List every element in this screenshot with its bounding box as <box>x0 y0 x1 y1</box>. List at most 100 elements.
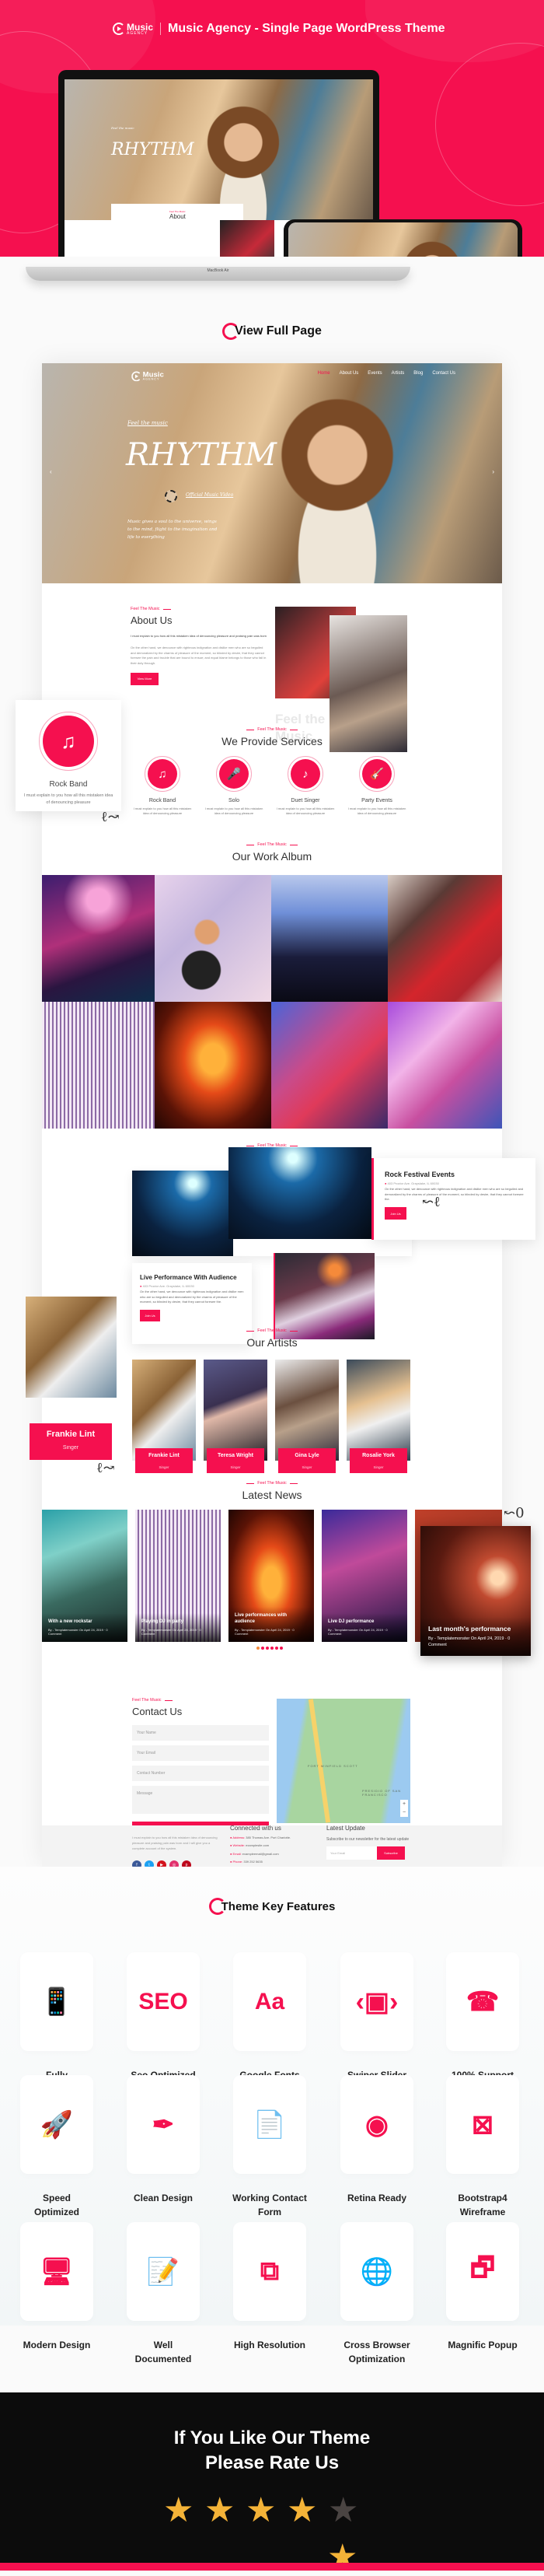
album-photo[interactable] <box>42 875 155 1002</box>
pagination-dot[interactable] <box>261 1647 264 1650</box>
subscribe-button[interactable]: Subscribe <box>377 1846 405 1860</box>
pagination-dot[interactable] <box>256 1647 260 1650</box>
feature-icon-box: ‹▣› <box>340 1952 413 2051</box>
star-filled-icon[interactable]: ★ <box>204 2494 235 2528</box>
star-filled-icon[interactable]: ★ <box>163 2494 194 2528</box>
contact-title: Contact Us <box>132 1706 183 1717</box>
album-photo[interactable] <box>155 1002 271 1129</box>
email-input[interactable]: Your Email <box>132 1745 269 1761</box>
artist-card[interactable]: Gina Lyle Singer <box>275 1360 339 1473</box>
site-logo[interactable]: Music AGENCY <box>131 371 164 382</box>
news-card[interactable]: Live DJ performance By - Templatemonster … <box>322 1510 407 1642</box>
callout-title: Rock Band <box>49 780 88 789</box>
feature-icon-box: ✒ <box>127 2075 200 2174</box>
artist-name: Frankie Lint <box>148 1453 180 1458</box>
join-us-button[interactable]: Join Us <box>140 1310 160 1322</box>
nav-home[interactable]: Home <box>318 371 330 376</box>
view-more-button[interactable]: View More <box>131 672 159 685</box>
artist-card[interactable]: Teresa Wright Singer <box>204 1360 267 1473</box>
event-photo[interactable] <box>274 1253 375 1339</box>
docs-pen-icon: 📝 <box>146 2256 180 2287</box>
feature-item: ◉ Retina Ready <box>340 2075 414 2205</box>
service-card[interactable]: ♪ Duet Singer I must explain to you how al… <box>274 756 337 817</box>
slider-prev-icon[interactable]: ‹ <box>50 468 52 475</box>
feature-item: 🖥 Modern Design <box>19 2222 94 2352</box>
video-link[interactable]: Official Music Video <box>186 492 233 498</box>
album-photo[interactable] <box>271 875 388 1002</box>
seo-icon: SEO <box>138 1988 188 2014</box>
feature-icon-box: 🌐 <box>340 2222 413 2321</box>
news-card[interactable]: Playing DJ in party By - Templatemonster … <box>135 1510 221 1642</box>
pen-window-icon: ✒ <box>152 2109 175 2140</box>
event-photo[interactable] <box>132 1171 233 1256</box>
feature-icon-box: 📝 <box>127 2222 200 2321</box>
pagination-dot[interactable] <box>280 1647 283 1650</box>
feature-item: 📝 Well Documented <box>126 2222 201 2366</box>
service-card[interactable]: ♫ Rock Band I must explain to you how all … <box>131 756 194 817</box>
name-input[interactable]: Your Name <box>132 1725 269 1741</box>
event-title: Rock Festival Events <box>385 1171 455 1178</box>
hero-section: Music AGENCY Home About Us Events Artists… <box>42 363 502 583</box>
album-photo[interactable] <box>42 1002 155 1129</box>
about-photo <box>220 220 274 257</box>
album-header: Feel The Music Our Work Album <box>42 842 502 863</box>
feature-item: 🌐 Cross Browser Optimization <box>340 2222 414 2366</box>
pagination-dot[interactable] <box>266 1647 269 1650</box>
duet-singer-icon: ♪ <box>291 759 320 789</box>
info-label: Email: <box>232 1851 242 1856</box>
artist-card[interactable]: Rosalie York Singer <box>347 1360 410 1473</box>
logo-subtext: AGENCY <box>142 377 160 382</box>
event-photo[interactable] <box>228 1147 371 1239</box>
pagination-dot[interactable] <box>270 1647 274 1650</box>
rock-band-icon: ♫ <box>148 759 177 789</box>
slider-next-icon[interactable]: › <box>492 468 494 475</box>
star-empty-icon[interactable]: ★ <box>328 2494 358 2528</box>
feature-item: 🚀 Speed Optimized <box>19 2075 94 2219</box>
news-card[interactable]: With a new rockstar By - Templatemonster … <box>42 1510 127 1642</box>
newsletter-email-input[interactable]: Your Email <box>326 1846 377 1860</box>
feature-icon-box: ◉ <box>340 2075 413 2174</box>
rock-band-icon: ♫ <box>43 716 94 767</box>
nav-blog[interactable]: Blog <box>413 371 423 376</box>
nav-events[interactable]: Events <box>368 371 382 376</box>
artist-zoom-photo <box>26 1297 117 1398</box>
pagination-dot[interactable] <box>275 1647 278 1650</box>
phone-screen: RHYTHM <box>288 222 518 257</box>
service-card[interactable]: 🎤 Solo I must explain to you how all this … <box>203 756 265 817</box>
service-name: Solo <box>228 798 239 803</box>
star-filled-icon[interactable]: ★ <box>287 2494 317 2528</box>
album-photo[interactable] <box>155 875 271 1002</box>
nav-about[interactable]: About Us <box>340 371 359 376</box>
nav-contact[interactable]: Contact Us <box>432 371 455 376</box>
map[interactable]: FORT WINFIELD SCOTT PRESIDIO OF SAN FRAN… <box>277 1699 410 1823</box>
service-name: Party Events <box>361 798 392 803</box>
document-icon: 📄 <box>253 2109 287 2140</box>
about-body: On the other hand, we denounce with righ… <box>131 645 267 666</box>
star-filled-icon[interactable]: ★ <box>246 2494 276 2528</box>
news-meta: By - Templatemonster On April 24, 2019 ·… <box>428 1636 511 1647</box>
album-photo[interactable] <box>271 1002 388 1129</box>
event-address: 403 Proctor Ave. Grayslake, IL 60030 <box>387 1181 439 1185</box>
news-card[interactable]: Live performances with audience By - Temp… <box>228 1510 314 1642</box>
nav-artists[interactable]: Artists <box>392 371 405 376</box>
event-title: Live Performance With Audience <box>140 1274 237 1281</box>
eye-icon: ◉ <box>365 2109 389 2140</box>
album-photo[interactable] <box>388 1002 502 1129</box>
event-address: 403 Proctor Ave. Grayslake, IL 60030 <box>142 1284 194 1288</box>
phone-input[interactable]: Contact Number <box>132 1766 269 1781</box>
play-button[interactable] <box>165 490 177 502</box>
feature-label: Well Documented <box>134 2340 192 2364</box>
service-card[interactable]: 🎸 Party Events I must explain to you how a… <box>346 756 408 817</box>
update-title: Latest Update <box>326 1825 365 1832</box>
join-us-button[interactable]: Join Us <box>385 1207 406 1220</box>
artist-card[interactable]: Frankie Lint Singer <box>132 1360 196 1473</box>
feature-icon-box: ⊠ <box>446 2075 519 2174</box>
album-grid <box>42 875 502 1129</box>
hero-title: RHYTHM <box>111 140 194 159</box>
map-zoom-control[interactable]: + − <box>400 1800 408 1817</box>
artist-name: Teresa Wright <box>217 1453 254 1458</box>
album-photo[interactable] <box>388 875 502 1002</box>
news-kicker: Feel The Music <box>42 1481 502 1486</box>
message-input[interactable]: Message <box>132 1786 269 1814</box>
service-text: I must explain to you how all this mista… <box>204 807 263 816</box>
